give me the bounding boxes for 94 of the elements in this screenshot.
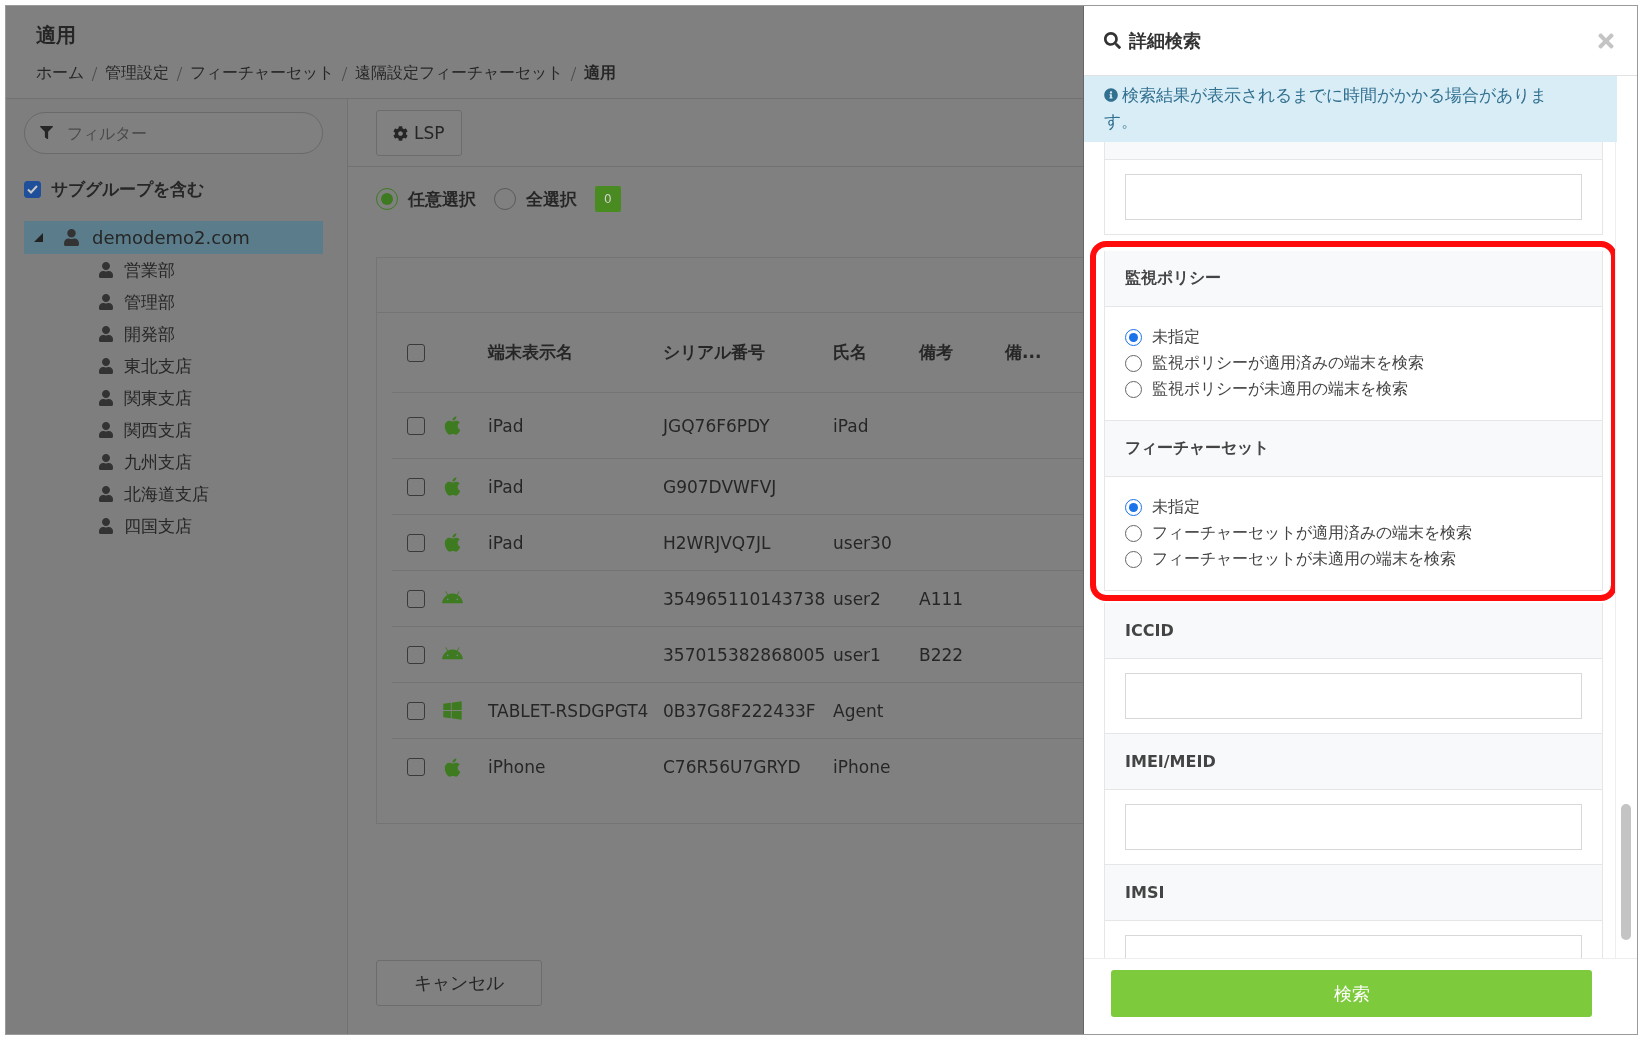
section-header: 監視ポリシー <box>1104 251 1603 307</box>
user-icon <box>98 422 114 438</box>
tree-item[interactable]: 関西支店 <box>24 414 323 446</box>
table-cell-text: A111 <box>919 588 965 609</box>
page-title: 適用 <box>36 22 77 49</box>
checkbox[interactable] <box>407 343 425 362</box>
column-header: シリアル番号 <box>663 341 766 364</box>
breadcrumb-link[interactable]: ホーム <box>36 63 84 84</box>
tree-item[interactable]: 営業部 <box>24 254 323 286</box>
table-cell-text: iPad <box>488 476 525 497</box>
tree-item[interactable]: 北海道支店 <box>24 478 323 510</box>
table-cell-text: Agent <box>833 700 885 721</box>
windows-icon <box>442 700 463 721</box>
tree-item[interactable]: 四国支店 <box>24 510 323 542</box>
cancel-button[interactable]: キャンセル <box>376 960 542 1006</box>
tree-item[interactable]: demodemo2.com <box>24 221 323 254</box>
table-cell-text: 354965110143738 <box>663 588 827 609</box>
checkbox[interactable] <box>407 758 425 776</box>
input-field[interactable] <box>1125 673 1582 719</box>
table-cell-text: iPhone <box>833 757 892 777</box>
section-header: IMSI <box>1104 865 1603 921</box>
table-cell-text: iPad <box>833 415 870 436</box>
breadcrumb-link[interactable]: 適用 <box>584 63 616 84</box>
tree-item[interactable]: 東北支店 <box>24 350 323 382</box>
table-cell-text: C76R56U7GRYD <box>663 757 802 777</box>
user-icon <box>98 486 114 502</box>
user-icon <box>98 262 114 278</box>
table-cell-text: user2 <box>833 588 882 609</box>
user-icon <box>98 390 114 406</box>
radio-label: 未指定 <box>1152 497 1200 518</box>
checkbox[interactable] <box>407 589 425 608</box>
section-header: フィーチャーセット <box>1104 421 1603 477</box>
radio-label: 全選択 <box>526 187 577 211</box>
table-cell-text: user1 <box>833 644 882 665</box>
apple-icon <box>442 756 463 778</box>
user-icon <box>98 358 114 374</box>
table-cell-text: iPad <box>488 532 525 553</box>
radio-label: 監視ポリシーが適用済みの端末を検索 <box>1152 353 1424 374</box>
table-cell-text: TABLET-RSDGPGT4 <box>488 700 650 721</box>
column-header: 端末表示名 <box>488 341 574 364</box>
apple-icon <box>442 532 463 553</box>
column-header: 備... <box>1005 341 1043 364</box>
user-icon <box>98 518 114 534</box>
checkbox-label: サブグループを含む <box>51 178 204 201</box>
apple-icon <box>442 476 463 497</box>
column-header: 備考 <box>919 341 954 364</box>
tree-item[interactable]: 開発部 <box>24 318 323 350</box>
checkbox[interactable] <box>24 181 41 198</box>
info-icon <box>1104 88 1118 102</box>
tree-item[interactable]: 九州支店 <box>24 446 323 478</box>
checkmark-icon <box>27 185 38 194</box>
radio-label: フィーチャーセットが未適用の端末を検索 <box>1152 549 1456 570</box>
gear-icon <box>393 125 408 141</box>
checkbox[interactable] <box>407 701 425 720</box>
section-header: ICCID <box>1104 603 1603 659</box>
column-header: 氏名 <box>833 341 868 364</box>
drawer-title: 詳細検索 <box>1129 28 1202 53</box>
table-cell-text: 0B37G8F222433F <box>663 700 817 721</box>
tree-item[interactable]: 関東支店 <box>24 382 323 414</box>
table-cell-text: JGQ76F6PDY <box>663 415 771 436</box>
radio-label: 監視ポリシーが未適用の端末を検索 <box>1152 379 1408 400</box>
search-button[interactable]: 検索 <box>1111 970 1592 1017</box>
scrollbar-thumb[interactable] <box>1621 804 1631 940</box>
breadcrumb-link[interactable]: 遠隔設定フィーチャーセット <box>355 63 563 84</box>
filter-icon <box>40 126 53 139</box>
apple-icon <box>442 415 463 436</box>
radio-label: 未指定 <box>1152 327 1200 348</box>
breadcrumb-link[interactable]: フィーチャーセット <box>190 63 334 84</box>
search-icon <box>1104 32 1121 49</box>
radio-label: 任意選択 <box>408 187 476 211</box>
table-cell-text: B222 <box>919 644 965 665</box>
table-cell-text: H2WRJVQ7JL <box>663 532 772 553</box>
user-icon <box>98 326 114 342</box>
checkbox[interactable] <box>407 645 425 664</box>
table-cell-text: G907DVWFVJ <box>663 476 778 497</box>
tree-item[interactable]: 管理部 <box>24 286 323 318</box>
checkbox[interactable] <box>407 416 425 435</box>
info-notice: 検索結果が表示されるまでに時間がかかる場合があります。 <box>1084 76 1617 142</box>
table-cell-text: iPhone <box>488 757 547 777</box>
checkbox[interactable] <box>407 477 425 496</box>
input-field[interactable] <box>1125 174 1582 220</box>
table-cell-text: 357015382868005 <box>663 644 827 665</box>
user-icon <box>98 294 114 310</box>
user-icon <box>63 229 80 246</box>
checkbox[interactable] <box>407 533 425 552</box>
lsp-button[interactable]: LSP <box>376 110 462 156</box>
user-icon <box>98 454 114 470</box>
input-field[interactable] <box>1125 804 1582 850</box>
count-badge: 0 <box>595 186 621 212</box>
table-cell-text: user30 <box>833 532 893 553</box>
table-cell-text: iPad <box>488 415 525 436</box>
section-header: IMEI/MEID <box>1104 734 1603 790</box>
radio-label: フィーチャーセットが適用済みの端末を検索 <box>1152 523 1472 544</box>
breadcrumb-link[interactable]: 管理設定 <box>105 63 169 84</box>
